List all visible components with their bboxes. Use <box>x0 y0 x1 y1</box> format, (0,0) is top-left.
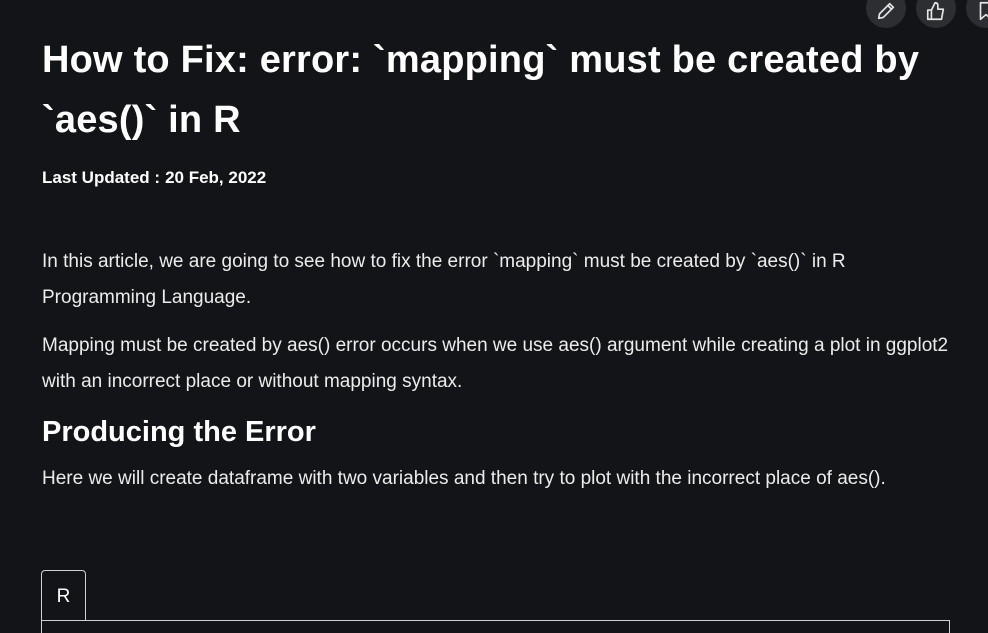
last-updated-label: Last Updated : <box>42 168 161 187</box>
article-actions <box>866 0 988 28</box>
bookmark-button[interactable] <box>966 0 988 28</box>
section-paragraph: Here we will create dataframe with two v… <box>42 468 886 489</box>
like-button[interactable] <box>916 0 956 28</box>
edit-button[interactable] <box>866 0 906 28</box>
code-content <box>41 620 950 633</box>
article-page: How to Fix: error: `mapping` must be cre… <box>0 0 988 633</box>
intro-paragraph: In this article, we are going to see how… <box>42 251 846 308</box>
pencil-icon <box>877 2 895 20</box>
code-tab-r[interactable]: R <box>41 570 86 620</box>
bookmark-icon <box>979 1 988 21</box>
last-updated: Last Updated : 20 Feb, 2022 <box>42 168 266 188</box>
last-updated-date: 20 Feb, 2022 <box>165 168 267 187</box>
section-heading: Producing the Error <box>42 416 316 448</box>
code-block: R <box>41 570 950 633</box>
explanation-paragraph: Mapping must be created by aes() error o… <box>42 335 949 392</box>
thumbs-up-icon <box>926 1 945 21</box>
article-title: How to Fix: error: `mapping` must be cre… <box>42 39 920 141</box>
